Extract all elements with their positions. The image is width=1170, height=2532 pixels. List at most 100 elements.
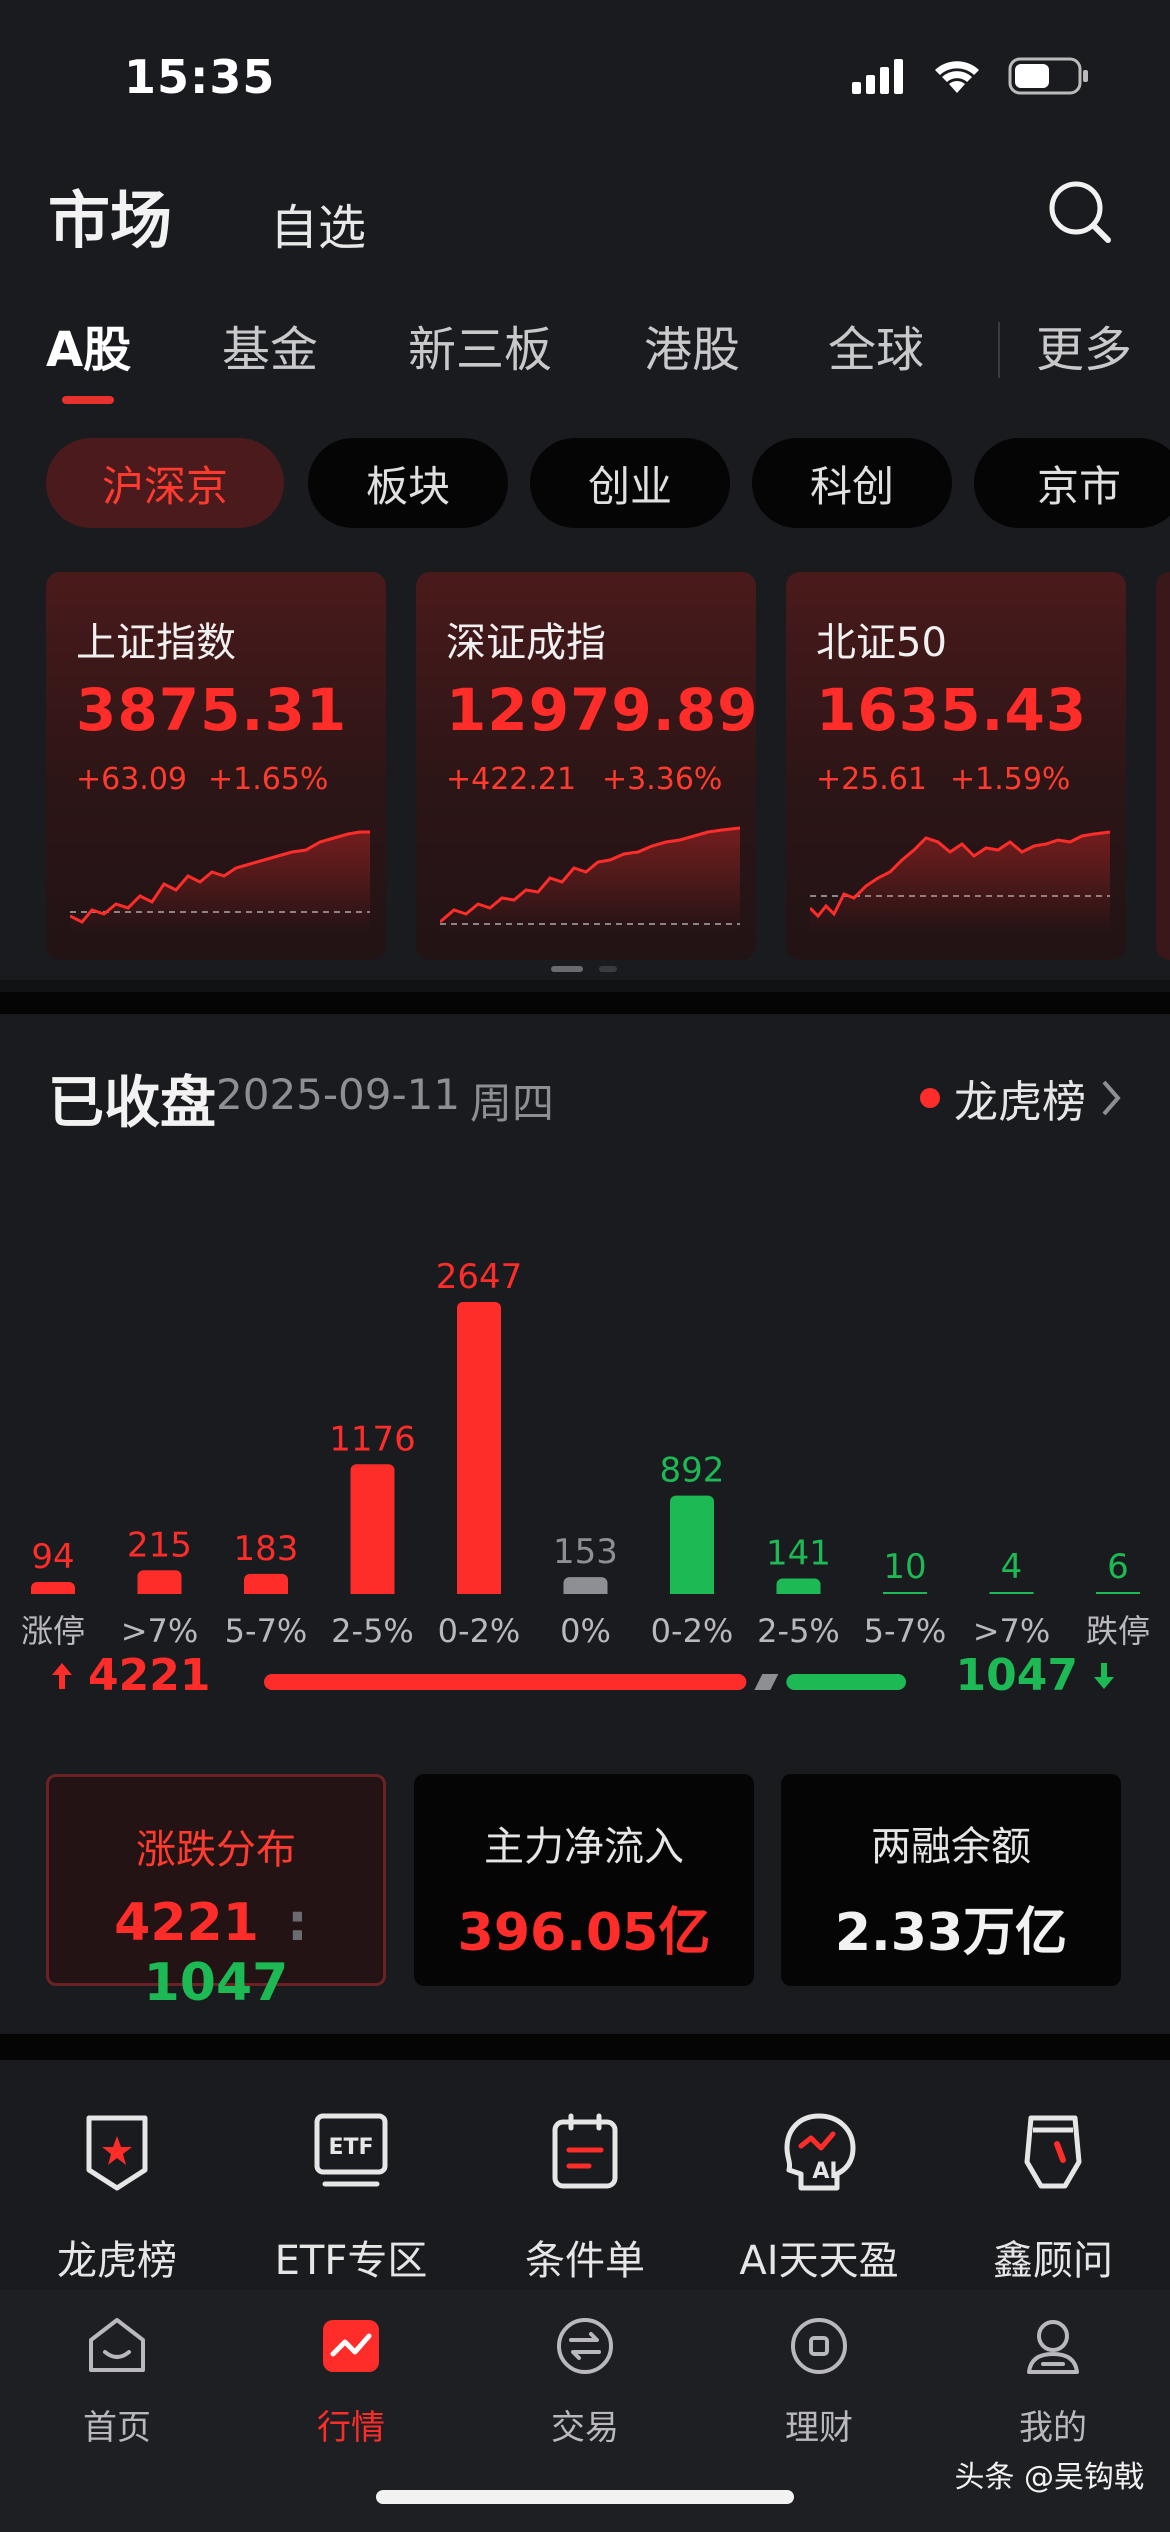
stat-main-net-inflow[interactable]: 主力净流入 396.05亿 xyxy=(414,1774,754,1986)
bar-value-label: 892 xyxy=(660,1451,725,1491)
index-sparkline xyxy=(810,830,1110,932)
cellular-signal-icon xyxy=(852,59,903,94)
nav-home[interactable]: 首页 xyxy=(0,2290,234,2470)
tool-xin-advisor[interactable]: 鑫顾问 xyxy=(936,2060,1170,2290)
trade-date: 2025-09-11 xyxy=(216,1070,461,1119)
index-card-peek[interactable] xyxy=(1156,572,1170,960)
index-name: 北证50 xyxy=(816,620,947,666)
tab-neeq[interactable]: 新三板 xyxy=(408,310,552,380)
bar-value-label: 183 xyxy=(234,1529,299,1569)
pill-chinext[interactable]: 创业 xyxy=(530,438,730,528)
index-sparkline xyxy=(70,830,370,932)
bar-value-label: 6 xyxy=(1107,1547,1129,1587)
section-divider xyxy=(0,2034,1170,2060)
pill-shanghai-shenzhen-beijing[interactable]: 沪深京 xyxy=(46,438,284,528)
tool-label: ETF专区 xyxy=(274,2238,428,2284)
nav-label: 交易 xyxy=(551,2408,619,2448)
stat-separator: : xyxy=(287,1893,308,1953)
nav-trade[interactable]: 交易 xyxy=(468,2290,702,2470)
etf-monitor-icon: ETF xyxy=(314,2113,388,2187)
ratio-bar-up xyxy=(264,1674,747,1690)
index-change-pct: +1.65% xyxy=(208,762,329,797)
status-bar: 15:35 xyxy=(0,0,1170,150)
pill-beijing-market[interactable]: 京市 xyxy=(974,438,1170,528)
index-name: 深证成指 xyxy=(446,620,606,666)
bar-value-label: 141 xyxy=(766,1533,831,1573)
nav-market[interactable]: 行情 xyxy=(234,2290,468,2470)
bar-category-label: >7% xyxy=(973,1612,1051,1650)
tab-more[interactable]: 更多 xyxy=(1036,310,1132,380)
index-card-szse[interactable]: 深证成指 12979.89 +422.21 +3.36% xyxy=(416,572,756,960)
pill-sectors[interactable]: 板块 xyxy=(308,438,508,528)
chevron-right-icon xyxy=(1102,1080,1121,1116)
stat-label: 主力净流入 xyxy=(484,1824,684,1870)
bar-category-label: 5-7% xyxy=(864,1612,947,1650)
advisor-badge-icon xyxy=(1024,2115,1082,2189)
page-title: 市场 xyxy=(48,184,173,257)
stat-value: 4221 : 1047 xyxy=(49,1893,383,2013)
stat-up-value: 4221 xyxy=(114,1893,259,1953)
bar-category-label: 0-2% xyxy=(651,1612,734,1650)
bar-value-label: 10 xyxy=(883,1547,926,1587)
market-status: 已收盘 xyxy=(48,1071,216,1136)
tab-funds[interactable]: 基金 xyxy=(222,310,318,380)
tool-conditional-order[interactable]: 条件单 xyxy=(468,2060,702,2290)
exchange-icon xyxy=(557,2318,613,2374)
tab-global[interactable]: 全球 xyxy=(828,310,924,380)
nav-profile[interactable]: 我的 xyxy=(936,2290,1170,2470)
bar-category-label: 5-7% xyxy=(225,1612,308,1650)
advance-decline-ratio-bar xyxy=(264,1674,906,1690)
search-icon[interactable] xyxy=(1044,176,1114,246)
wifi-icon xyxy=(935,61,979,93)
clipboard-icon xyxy=(552,2113,618,2189)
tool-ai-daily-earn[interactable]: AI AI天天盈 xyxy=(702,2060,936,2290)
nav-label: 首页 xyxy=(83,2408,151,2448)
stat-rise-fall-distribution[interactable]: 涨跌分布 4221 : 1047 xyxy=(46,1774,386,2013)
section-divider xyxy=(0,992,1170,1014)
tool-etf-zone[interactable]: ETF ETF专区 xyxy=(234,2060,468,2290)
decliners-value: 1047 xyxy=(955,1650,1078,1701)
market-header: 市场 自选 A股 基金 新三板 港股 全球 更多 xyxy=(0,150,1170,420)
watermark-text: 头条 @吴钩戟 xyxy=(954,2460,1144,2495)
nav-label: 行情 xyxy=(317,2408,385,2448)
stat-label: 涨跌分布 xyxy=(136,1827,296,1873)
index-price: 12979.89 xyxy=(446,676,756,744)
tool-label: 龙虎榜 xyxy=(57,2238,177,2284)
tab-a-shares[interactable]: A股 xyxy=(46,310,131,380)
tool-label: 鑫顾问 xyxy=(993,2238,1113,2284)
bar-category-label: 0% xyxy=(560,1612,611,1650)
watchlist-tab[interactable]: 自选 xyxy=(270,188,366,258)
nav-wealth[interactable]: 理财 xyxy=(702,2290,936,2470)
bar-category-label: 0-2% xyxy=(438,1612,521,1650)
arrow-down-icon xyxy=(1094,1662,1114,1689)
tab-divider xyxy=(998,322,1000,378)
bar-value-label: 2647 xyxy=(436,1257,523,1297)
index-name: 上证指数 xyxy=(76,620,236,666)
tool-label: AI天天盈 xyxy=(739,2238,899,2284)
index-change: +422.21 xyxy=(446,762,577,797)
home-icon xyxy=(89,2318,145,2372)
quick-tools: 龙虎榜 ETF ETF专区 条件单 AI AI天天盈 鑫顾问 xyxy=(0,2060,1170,2290)
battery-icon xyxy=(1008,57,1088,95)
tool-dragon-tiger[interactable]: 龙虎榜 xyxy=(0,2060,234,2290)
index-price: 3875.31 xyxy=(76,676,348,744)
bar-value-label: 153 xyxy=(553,1532,618,1572)
stat-margin-balance[interactable]: 两融余额 2.33万亿 xyxy=(781,1774,1121,1986)
distribution-bar xyxy=(457,1302,501,1600)
bar-value-label: 4 xyxy=(1001,1547,1023,1587)
tab-hk-stocks[interactable]: 港股 xyxy=(644,310,740,380)
pager-dot xyxy=(599,966,617,972)
status-icons xyxy=(850,56,1090,96)
ratio-bar-flat xyxy=(754,1674,779,1690)
pill-star-market[interactable]: 科创 xyxy=(752,438,952,528)
index-card-sse[interactable]: 上证指数 3875.31 +63.09 +1.65% xyxy=(46,572,386,960)
dragon-tiger-link[interactable]: 龙虎榜 xyxy=(920,1066,1122,1130)
home-indicator[interactable] xyxy=(376,2490,794,2504)
index-change-pct: +1.59% xyxy=(950,762,1071,797)
red-dot-badge xyxy=(920,1088,940,1108)
ratio-bar-down xyxy=(786,1674,906,1690)
index-sparkline xyxy=(440,826,740,932)
index-change: +63.09 xyxy=(76,762,188,797)
stat-value: 2.33万亿 xyxy=(834,1903,1068,1963)
index-card-bse50[interactable]: 北证50 1635.43 +25.61 +1.59% xyxy=(786,572,1126,960)
